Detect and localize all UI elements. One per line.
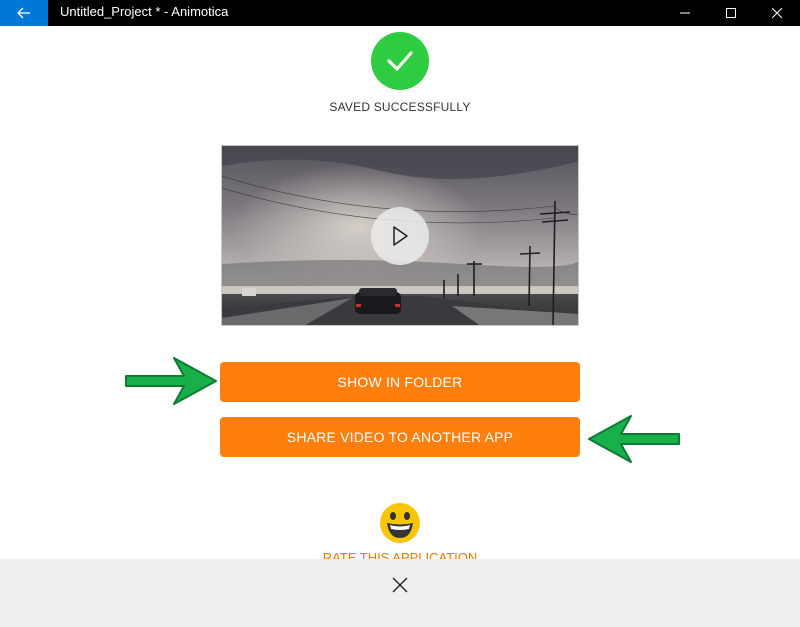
smiley-face-icon xyxy=(380,503,420,543)
video-preview[interactable] xyxy=(221,145,579,326)
close-icon xyxy=(772,8,782,18)
maximize-button[interactable] xyxy=(708,0,754,26)
bottom-bar xyxy=(0,559,800,627)
arrow-left-icon xyxy=(588,415,680,463)
minimize-button[interactable] xyxy=(662,0,708,26)
close-window-button[interactable] xyxy=(754,0,800,26)
minimize-icon xyxy=(680,12,690,14)
close-icon xyxy=(392,577,408,593)
success-indicator xyxy=(371,32,429,90)
checkmark-icon xyxy=(387,51,413,71)
dismiss-button[interactable] xyxy=(388,573,412,597)
play-icon xyxy=(393,226,408,246)
back-button[interactable] xyxy=(0,0,48,26)
show-in-folder-button[interactable]: SHOW IN FOLDER xyxy=(220,362,580,402)
status-label: SAVED SUCCESSFULLY xyxy=(329,100,471,114)
window-title: Untitled_Project * - Animotica xyxy=(60,4,229,19)
share-video-button[interactable]: SHARE VIDEO TO ANOTHER APP xyxy=(220,417,580,457)
title-bar: Untitled_Project * - Animotica xyxy=(0,0,800,26)
arrow-left-icon xyxy=(17,7,30,19)
arrow-right-icon xyxy=(125,357,217,405)
play-button[interactable] xyxy=(371,207,429,265)
maximize-icon xyxy=(726,8,736,18)
